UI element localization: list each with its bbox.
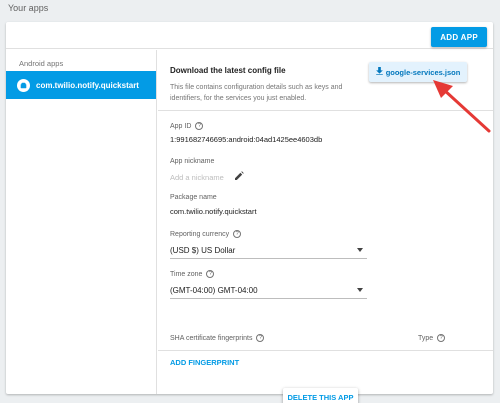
dropdown-caret-icon xyxy=(357,288,363,292)
app-id-label: App ID ? xyxy=(170,122,204,130)
dropdown-caret-icon xyxy=(357,248,363,252)
help-icon[interactable]: ? xyxy=(206,270,215,278)
download-config-label: google-services.json xyxy=(385,67,461,77)
package-name-label: Package name xyxy=(170,194,217,201)
delete-app-button[interactable]: DELETE THIS APP xyxy=(283,388,358,403)
time-zone-select[interactable]: (GMT-04:00) GMT-04:00 xyxy=(170,282,367,299)
reporting-currency-label: Reporting currency ? xyxy=(170,230,242,238)
sidebar-item-quickstart[interactable]: com.twilio.notify.quickstart xyxy=(6,71,156,99)
sidebar: Android apps com.twilio.notify.quickstar… xyxy=(6,50,157,394)
help-icon[interactable]: ? xyxy=(233,230,242,238)
divider xyxy=(158,350,493,351)
section-title: Your apps xyxy=(8,3,49,13)
add-app-button[interactable]: ADD APP xyxy=(431,27,487,47)
reporting-currency-select[interactable]: (USD $) US Dollar xyxy=(170,242,367,259)
card-header: ADD APP xyxy=(6,22,493,49)
help-icon[interactable]: ? xyxy=(195,122,204,130)
sha-type-label: Type ? xyxy=(418,334,446,342)
add-fingerprint-link[interactable]: ADD FINGERPRINT xyxy=(170,358,239,367)
download-config-button[interactable]: google-services.json xyxy=(369,62,467,82)
download-description: This file contains configuration details… xyxy=(170,84,343,102)
app-nickname-field[interactable]: Add a nickname xyxy=(170,171,244,183)
help-icon[interactable]: ? xyxy=(256,334,265,342)
time-zone-label: Time zone ? xyxy=(170,270,215,278)
download-section: Download the latest config file This fil… xyxy=(158,50,493,111)
sidebar-heading: Android apps xyxy=(19,59,64,68)
app-nickname-label: App nickname xyxy=(170,158,215,165)
sidebar-item-label: com.twilio.notify.quickstart xyxy=(36,80,139,90)
download-icon xyxy=(375,67,383,77)
app-details: Download the latest config file This fil… xyxy=(158,50,493,403)
sha-fingerprints-label: SHA certificate fingerprints ? xyxy=(170,334,265,342)
app-id-value: 1:991682746695:android:04ad1425ee4603db xyxy=(170,135,323,144)
pencil-icon[interactable] xyxy=(234,171,244,183)
apps-card: ADD APP Android apps com.twilio.notify.q… xyxy=(6,22,493,403)
android-app-icon xyxy=(17,78,30,92)
package-name-value: com.twilio.notify.quickstart xyxy=(170,207,257,216)
help-icon[interactable]: ? xyxy=(437,334,446,342)
